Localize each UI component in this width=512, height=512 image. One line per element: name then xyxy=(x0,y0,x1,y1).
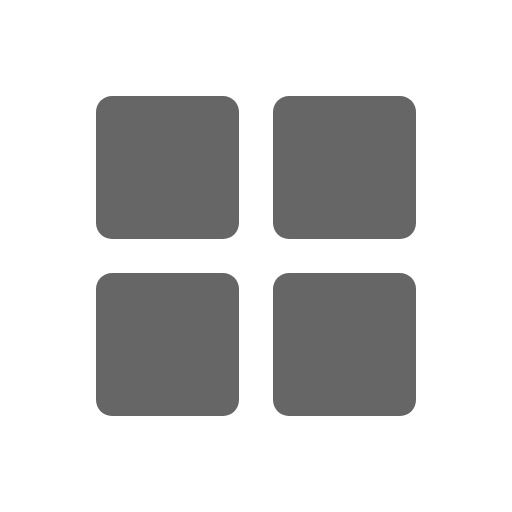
grid-icon xyxy=(0,0,512,512)
grid-tile-bottom-left xyxy=(96,273,239,416)
canvas xyxy=(0,0,512,512)
grid-tile-top-right xyxy=(273,96,416,239)
grid-tile-bottom-right xyxy=(273,273,416,416)
grid-tile-top-left xyxy=(96,96,239,239)
